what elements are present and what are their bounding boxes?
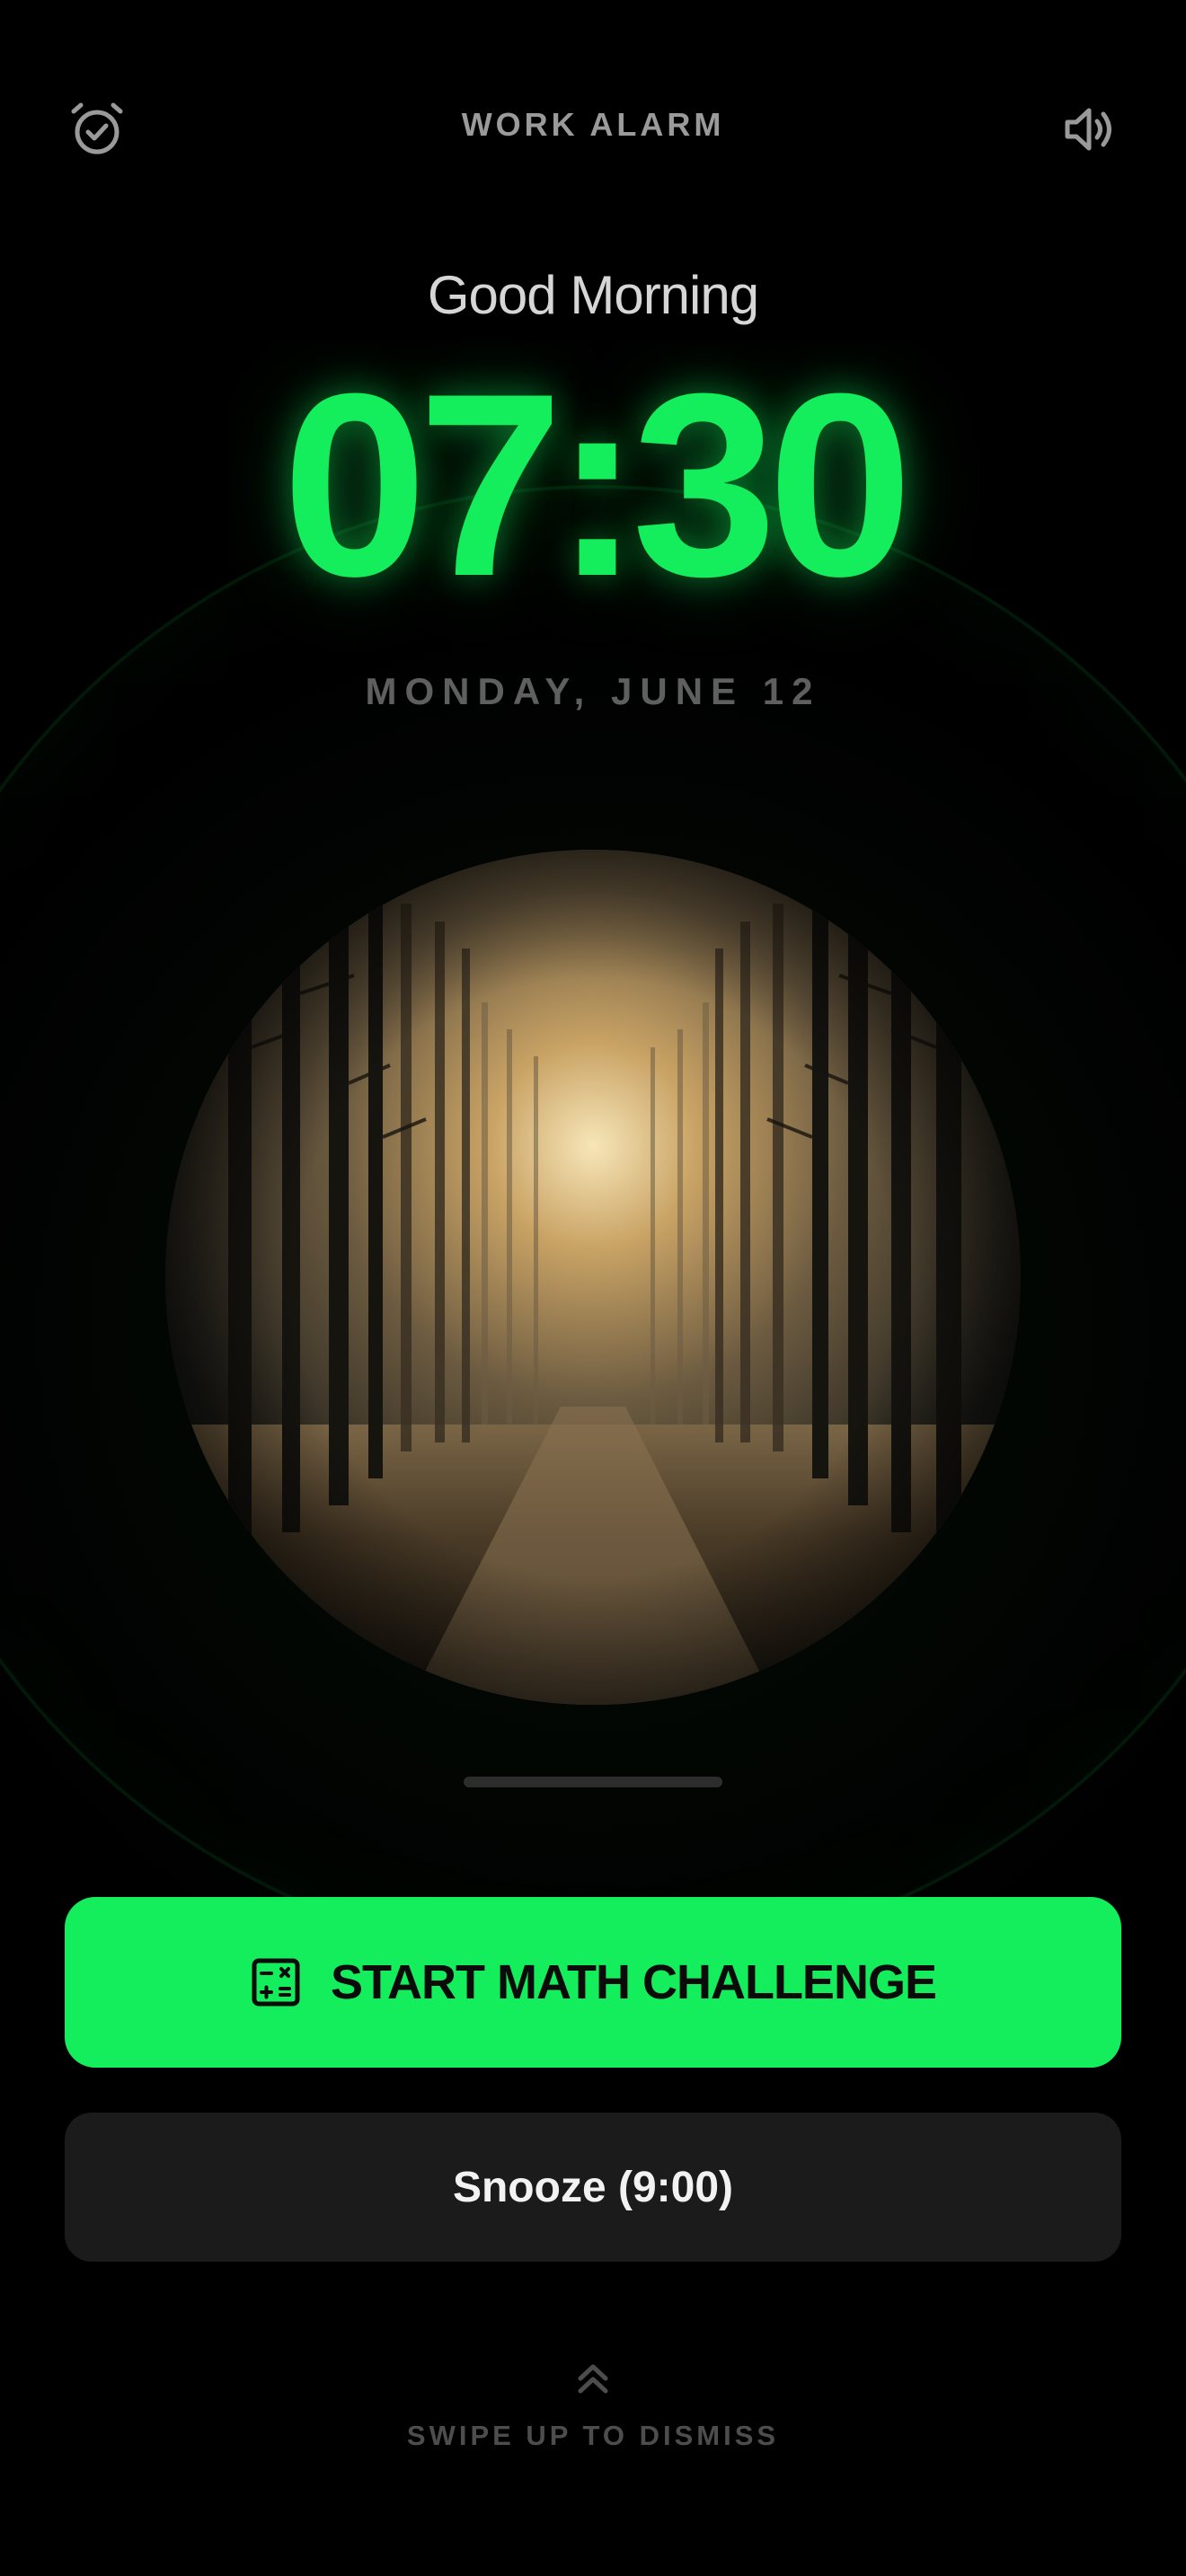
start-math-challenge-label: START MATH CHALLENGE [331,1955,937,2009]
alarm-date: MONDAY, JUNE 12 [365,670,821,712]
snooze-label: Snooze (9:00) [452,2163,734,2211]
greeting-text: Good Morning [427,265,759,325]
page-title: WORK ALARM [461,106,725,143]
drag-handle[interactable] [464,1777,722,1787]
chevrons-up-icon [568,2353,618,2404]
alarm-screen: WORK ALARM Good Morning 07:30 MONDAY, JU… [0,0,1186,2576]
calculator-icon [250,1956,302,2008]
start-math-challenge-button[interactable]: START MATH CHALLENGE [65,1897,1121,2068]
snooze-button[interactable]: Snooze (9:00) [65,2113,1121,2262]
swipe-dismiss-label: SWIPE UP TO DISMISS [406,2420,780,2451]
swipe-to-dismiss[interactable]: SWIPE UP TO DISMISS [0,2353,1186,2452]
alarm-time: 07:30 [282,340,913,631]
speaker-volume-icon[interactable] [1057,97,1121,162]
forest-image [165,850,1021,1705]
